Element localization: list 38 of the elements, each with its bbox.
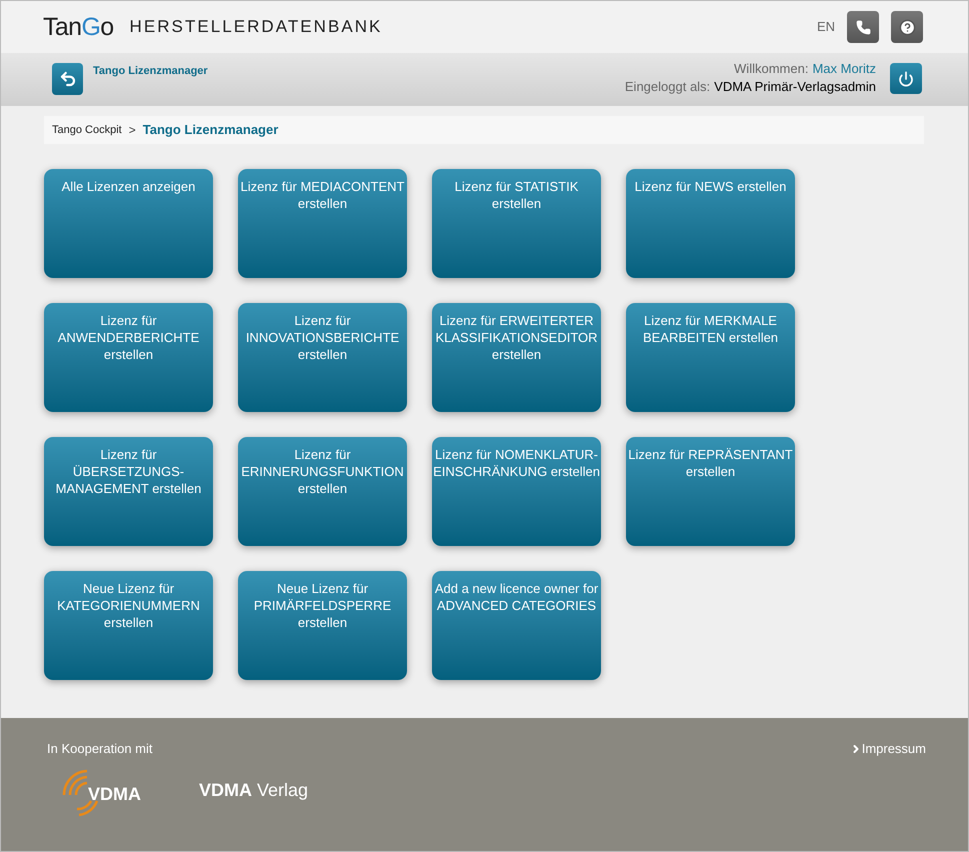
back-arrow-icon	[58, 70, 76, 88]
help-icon	[898, 18, 916, 36]
page-title: Tango Lizenzmanager	[93, 64, 208, 79]
welcome-label: Willkommen:	[734, 60, 808, 78]
breadcrumb-separator: >	[128, 122, 136, 139]
license-tile[interactable]: Neue Lizenz für KATEGORIENUMMERN erstellen	[44, 571, 213, 680]
license-tile[interactable]: Lizenz für ERWEITERTER KLASSIFIKATIONSEDITOR erstellen	[432, 303, 601, 412]
license-tile[interactable]: Neue Lizenz für PRIMÄRFELDSPERRE erstellen	[238, 571, 407, 680]
license-tile[interactable]: Lizenz für ÜBERSETZUNGS-MANAGEMENT erstellen	[44, 437, 213, 546]
license-tile[interactable]: Lizenz für NOMENKLATUR-EINSCHRÄNKUNG erstellen	[432, 437, 601, 546]
license-tile[interactable]: Add a new licence owner for ADVANCED CATEGORIES	[432, 571, 601, 680]
license-tile[interactable]: Lizenz für INNOVATIONSBERICHTE erstellen	[238, 303, 407, 412]
back-button[interactable]	[52, 63, 83, 95]
help-button[interactable]	[891, 11, 923, 43]
vdma-verlag-logo: VDMA Verlag	[199, 779, 308, 802]
license-tile[interactable]: Lizenz für MERKMALE BEARBEITEN erstellen	[626, 303, 795, 412]
logo: TanGo	[43, 14, 114, 40]
language-link[interactable]: EN	[816, 17, 835, 37]
vdma-logo: VDMA	[61, 766, 151, 818]
license-tile[interactable]: Lizenz für ERINNERUNGSFUNKTION erstellen	[238, 437, 407, 546]
cooperation-text: In Kooperation mit	[47, 740, 153, 758]
login-label: Eingeloggt als:	[624, 78, 710, 96]
license-tile[interactable]: Lizenz für STATISTIK erstellen	[432, 169, 601, 278]
app-title: HERSTELLERDATENBANK	[130, 16, 382, 38]
role-text: VDMA Primär-Verlagsadmin	[714, 78, 876, 96]
license-tile[interactable]: Lizenz für NEWS erstellen	[626, 169, 795, 278]
license-tile[interactable]: Lizenz für MEDIACONTENT erstellen	[238, 169, 407, 278]
logout-button[interactable]	[890, 63, 922, 94]
breadcrumb-link[interactable]: Tango Lizenzmanager	[142, 120, 278, 140]
breadcrumb-link[interactable]: Tango Cockpit	[52, 122, 122, 138]
phone-button[interactable]	[847, 11, 879, 43]
user-name-link[interactable]: Max Moritz	[812, 60, 876, 78]
power-icon	[898, 70, 914, 86]
phone-icon	[856, 20, 870, 34]
license-tile[interactable]: Alle Lizenzen anzeigen	[44, 169, 213, 278]
impressum-link[interactable]: Impressum	[850, 739, 926, 758]
license-tile[interactable]: Lizenz für ANWENDERBERICHTE erstellen	[44, 303, 213, 412]
license-tile[interactable]: Lizenz für REPRÄSENTANT erstellen	[626, 437, 795, 546]
